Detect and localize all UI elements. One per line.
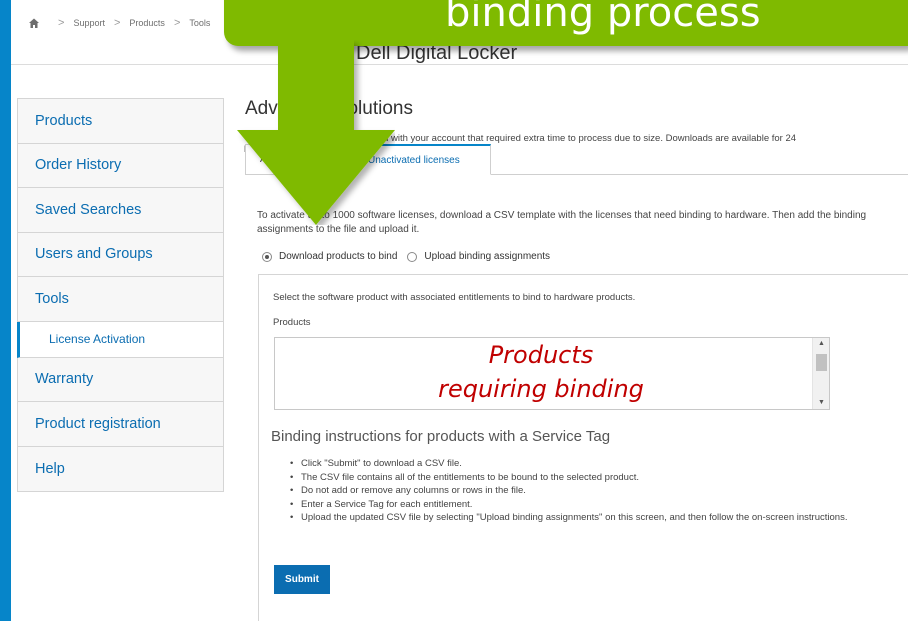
list-item: Upload the updated CSV file by selecting… <box>290 511 850 525</box>
list-item: Enter a Service Tag for each entitlement… <box>290 498 850 512</box>
products-annotation-line1: Products <box>488 341 594 369</box>
products-label: Products <box>273 317 311 328</box>
sidebar-nav: Products Order History Saved Searches Us… <box>17 98 224 492</box>
home-icon[interactable] <box>28 17 40 29</box>
radio-upload-binding-label[interactable]: Upload binding assignments <box>424 251 550 262</box>
radio-download-products[interactable] <box>262 251 272 262</box>
chevron-right-icon: > <box>113 17 121 29</box>
breadcrumb-tools[interactable]: Tools <box>189 18 210 28</box>
radio-upload-binding[interactable] <box>407 251 418 262</box>
sidebar-item-products[interactable]: Products <box>18 99 223 144</box>
sidebar-item-users-and-groups[interactable]: Users and Groups <box>18 232 223 277</box>
chevron-right-icon: > <box>58 17 65 29</box>
left-accent-strip <box>0 0 11 621</box>
radio-download-products-label[interactable]: Download products to bind <box>279 251 397 262</box>
binding-instructions-title: Binding instructions for products with a… <box>271 428 611 445</box>
list-item: The CSV file contains all of the entitle… <box>290 471 850 485</box>
scroll-thumb[interactable] <box>816 354 827 371</box>
submit-button[interactable]: Submit <box>274 565 330 594</box>
chevron-right-icon: > <box>173 17 181 29</box>
mode-radio-group: Download products to bind Upload binding… <box>262 251 560 262</box>
scroll-down-icon[interactable]: ▼ <box>813 397 830 409</box>
panel-description: Select the software product with associa… <box>273 292 636 303</box>
sidebar-item-help[interactable]: Help <box>18 446 223 491</box>
callout-text: binding process <box>445 0 761 36</box>
sidebar-item-product-registration[interactable]: Product registration <box>18 402 223 447</box>
breadcrumb-products[interactable]: Products <box>129 18 165 28</box>
sidebar-item-warranty[interactable]: Warranty <box>18 357 223 402</box>
scroll-up-icon[interactable]: ▲ <box>813 338 830 350</box>
products-annotation: Products requiring binding <box>324 338 758 406</box>
arrow-down-icon <box>237 40 395 225</box>
listbox-scrollbar[interactable]: ▲ ▼ <box>812 338 829 409</box>
sidebar-item-saved-searches[interactable]: Saved Searches <box>18 188 223 233</box>
products-annotation-line2: requiring binding <box>438 375 644 403</box>
binding-panel <box>258 274 908 621</box>
binding-instructions-list: Click "Submit" to download a CSV file. T… <box>290 457 850 525</box>
sidebar-item-tools[interactable]: Tools <box>18 277 223 322</box>
list-item: Click "Submit" to download a CSV file. <box>290 457 850 471</box>
sidebar-subitem-license-activation[interactable]: License Activation <box>17 321 223 358</box>
list-item: Do not add or remove any columns or rows… <box>290 484 850 498</box>
sidebar-item-order-history[interactable]: Order History <box>18 143 223 188</box>
breadcrumb: > Support > Products > Tools <box>28 17 210 29</box>
breadcrumb-support[interactable]: Support <box>73 18 105 28</box>
